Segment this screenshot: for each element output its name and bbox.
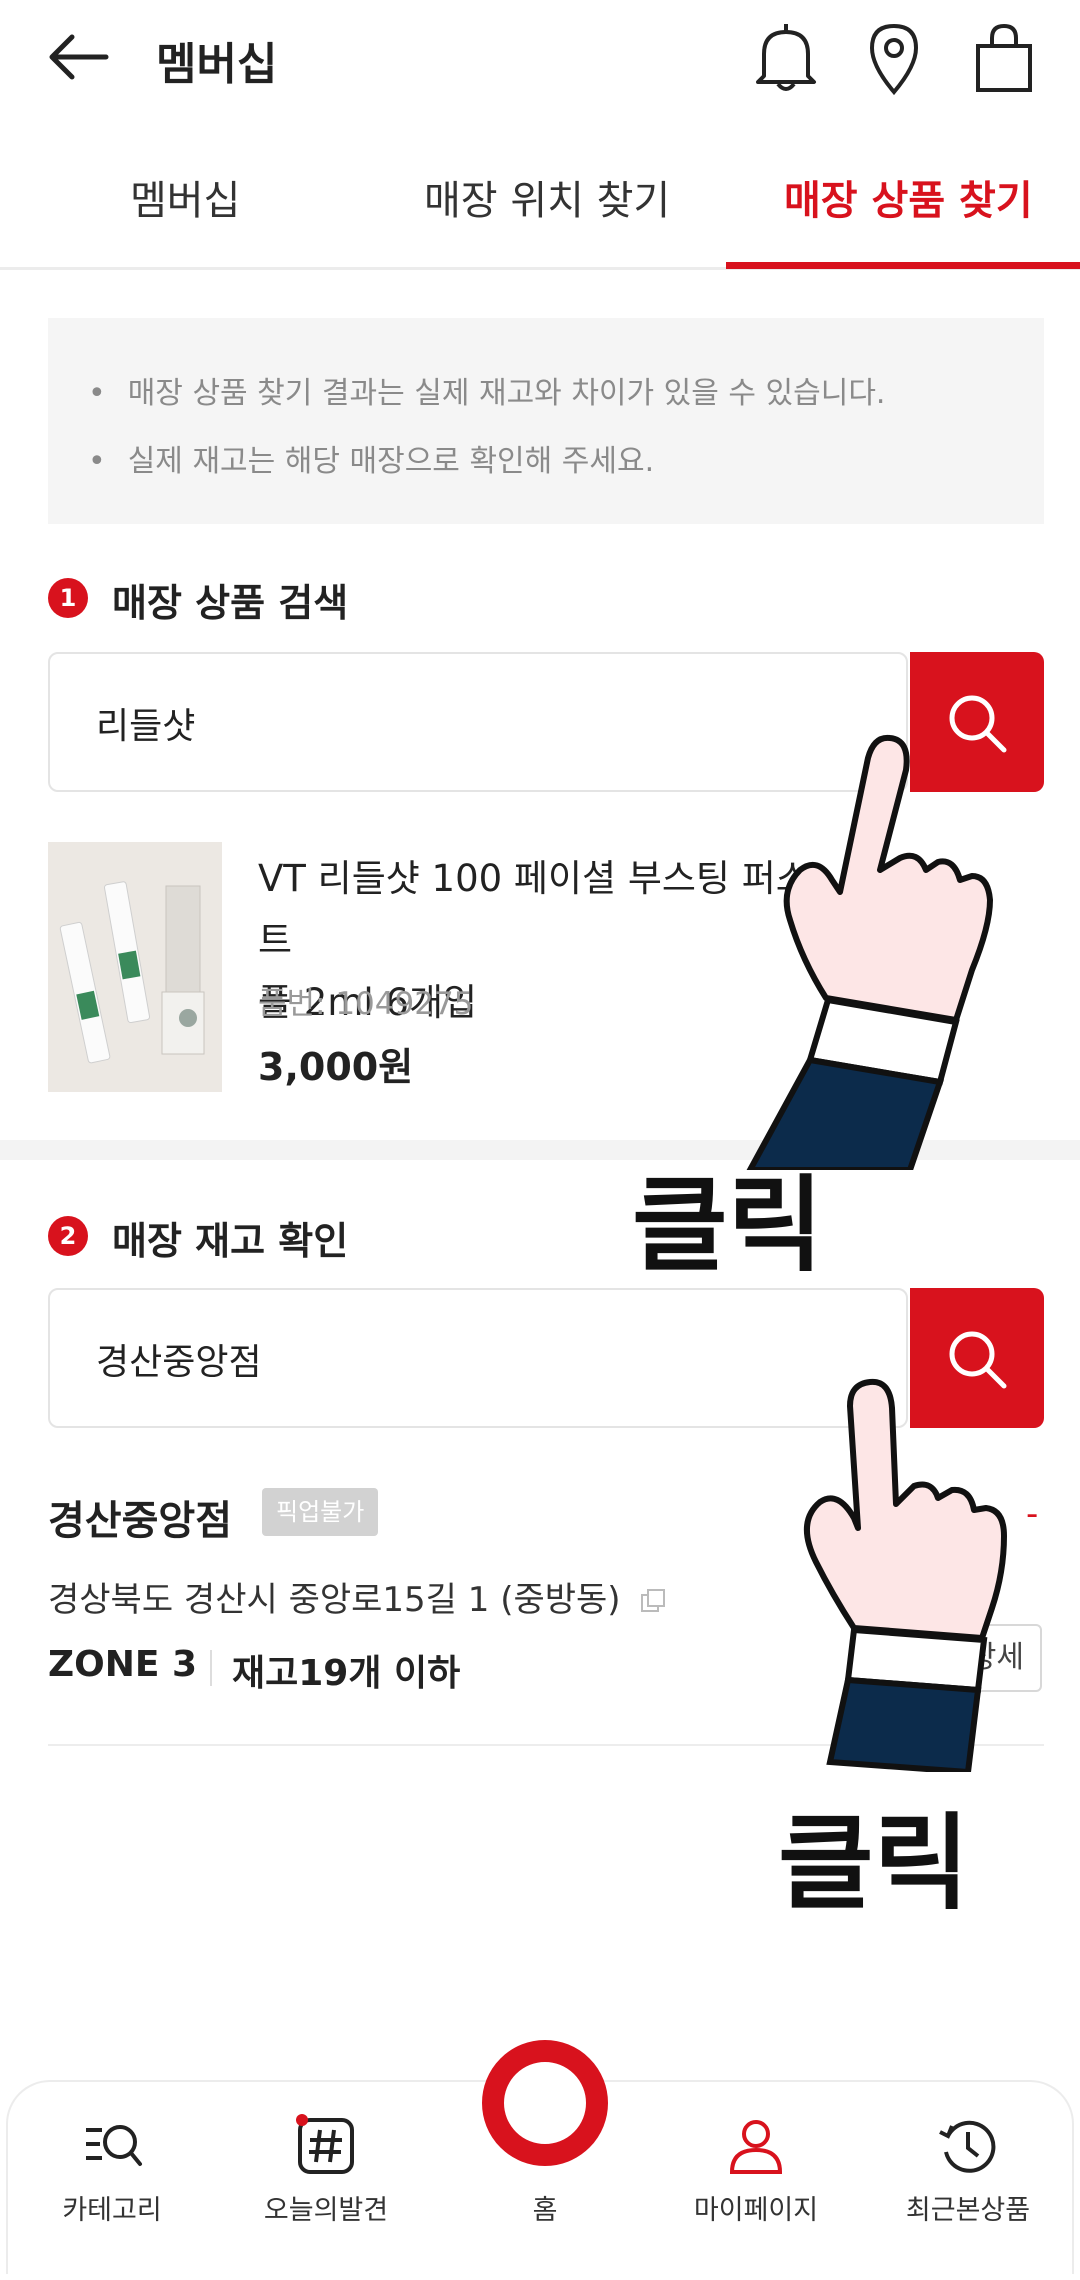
nav-label: 오늘의발견 xyxy=(263,2195,389,2226)
nav-label: 카테고리 xyxy=(62,2195,162,2226)
history-icon xyxy=(939,2120,996,2173)
copy-icon[interactable] xyxy=(639,1588,667,1616)
notice-text: 실제 재고는 해당 매장으로 확인해 주세요. xyxy=(127,444,655,479)
tab-membership[interactable]: 멤버십 xyxy=(130,168,240,226)
home-ring-icon[interactable] xyxy=(482,2040,608,2166)
store-address-text: 경상북도 경산시 중앙로15길 1 (중방동) xyxy=(48,1580,621,1620)
bullet: • xyxy=(88,444,106,479)
nav-recent[interactable]: 최근본상품 xyxy=(868,2100,1068,2260)
click-annotation-1: 클릭 xyxy=(632,1164,824,1286)
nav-label: 마이페이지 xyxy=(693,2195,819,2226)
product-code: 품번: 1049275 xyxy=(258,986,474,1022)
store-name: 경산중앙점 xyxy=(48,1498,232,1544)
notice-line: • 매장 상품 찾기 결과는 실제 재고와 차이가 있을 수 있습니다. xyxy=(88,368,885,412)
nav-mypage[interactable]: 마이페이지 xyxy=(656,2100,856,2260)
person-icon xyxy=(729,2120,783,2174)
store-address: 경상북도 경산시 중앙로15길 1 (중방동) xyxy=(48,1572,667,1621)
pointing-hand-icon xyxy=(803,1378,1007,1772)
nav-category[interactable]: 카테고리 xyxy=(12,2100,212,2260)
distance-dash: - xyxy=(1026,1494,1039,1534)
zone-separator xyxy=(210,1650,212,1686)
nav-home-label[interactable]: 홈 xyxy=(490,2188,600,2227)
nav-label: 최근본상품 xyxy=(905,2195,1031,2226)
notice-line: • 실제 재고는 해당 매장으로 확인해 주세요. xyxy=(88,436,654,480)
click-annotation-2: 클릭 xyxy=(778,1802,970,1924)
product-price: 3,000원 xyxy=(258,1045,414,1089)
tab-bar: 멤버십 매장 위치 찾기 매장 상품 찾기 xyxy=(0,130,1080,270)
step-number-2: 2 xyxy=(48,1216,88,1256)
back-arrow-icon[interactable] xyxy=(44,22,114,92)
pointing-hand-icon xyxy=(746,734,993,1170)
category-search-icon xyxy=(86,2125,142,2166)
nav-discovery[interactable]: 오늘의발견 xyxy=(226,2100,426,2260)
bullet: • xyxy=(88,376,106,411)
shopping-bag-icon[interactable] xyxy=(968,18,1040,98)
notice-box: • 매장 상품 찾기 결과는 실제 재고와 차이가 있을 수 있습니다. • 실제 … xyxy=(48,318,1044,524)
page-title: 멤버십 xyxy=(156,39,278,90)
stock-check-title: 매장 재고 확인 xyxy=(112,1219,349,1263)
tab-active-indicator xyxy=(726,262,1080,269)
store-search-box xyxy=(48,1288,908,1428)
store-zone: ZONE 3 xyxy=(48,1644,198,1685)
product-title-line: VT 리들샷 100 페이셜 부스팅 퍼스트 xyxy=(258,857,810,962)
tab-store-location[interactable]: 매장 위치 찾기 xyxy=(424,168,670,226)
store-search-input[interactable] xyxy=(94,1328,858,1390)
stock-status: 재고19개 이하 xyxy=(232,1653,461,1694)
location-pin-icon[interactable] xyxy=(858,18,930,98)
hashtag-icon xyxy=(296,2114,354,2174)
bell-icon[interactable] xyxy=(750,18,822,98)
pickup-badge: 픽업불가 xyxy=(262,1488,379,1536)
tab-store-product[interactable]: 매장 상품 찾기 xyxy=(784,168,1033,226)
product-image[interactable] xyxy=(48,842,222,1092)
notice-text: 매장 상품 찾기 결과는 실제 재고와 차이가 있을 수 있습니다. xyxy=(127,376,886,411)
step-number-1: 1 xyxy=(48,578,88,618)
top-bar: 멤버십 xyxy=(0,0,1080,120)
product-search-title: 매장 상품 검색 xyxy=(112,581,349,625)
